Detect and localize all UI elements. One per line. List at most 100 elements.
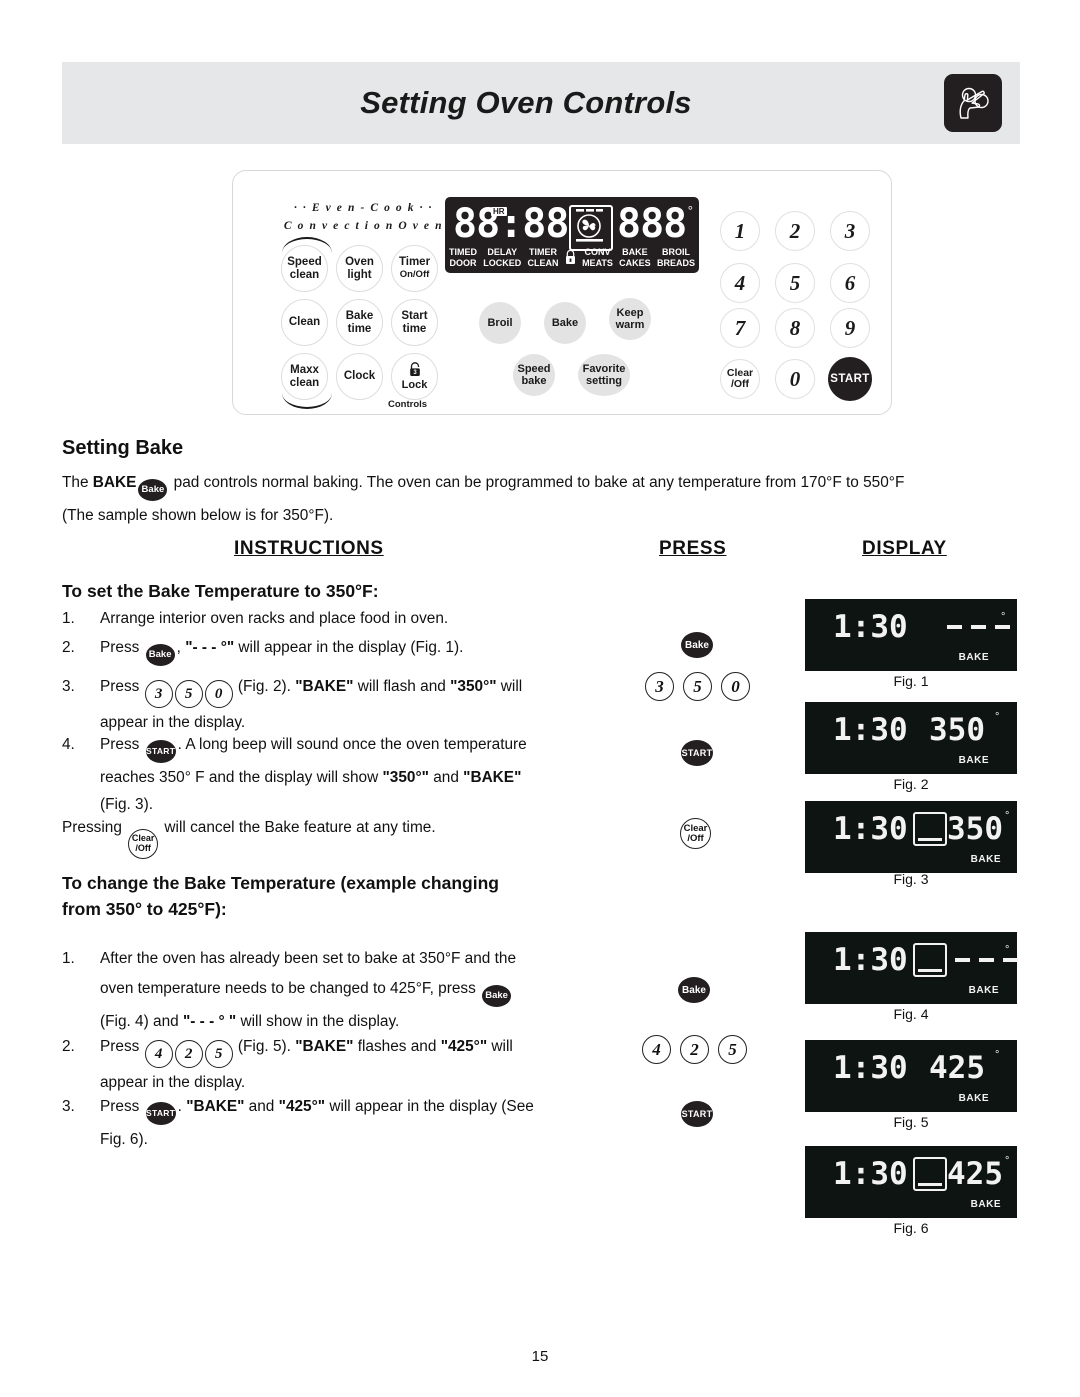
led-label-broil-breads: BROIL BREADS [657, 247, 695, 269]
panel-button-lock-controls[interactable]: 3 Lock [391, 353, 438, 400]
panel-button-keep-warm[interactable]: Keep warm [609, 298, 651, 340]
step-text: Arrange interior oven racks and place fo… [100, 610, 449, 627]
panel-button-start-time[interactable]: Start time [391, 299, 438, 346]
panel-button-speed-bake[interactable]: Speed bake [513, 354, 555, 396]
proc2-step-1: 1. After the oven has already been set t… [62, 944, 642, 1037]
step-display-quote: "- - - ° " [182, 1013, 237, 1030]
step-number: 2. [62, 1038, 75, 1055]
step-text-c: (Fig. 4) and [100, 1013, 183, 1030]
led-label-top: DELAY [487, 247, 518, 257]
procedure-2-title: To change the Bake Temperature (example … [62, 870, 632, 922]
figure-degree-symbol: ° [995, 1049, 1000, 1061]
press-pad-digit-5-b[interactable]: 5 [718, 1035, 747, 1064]
figure-clock: 1:30 [833, 1050, 908, 1086]
keypad-button-9[interactable]: 9 [830, 308, 870, 348]
figure-clock: 1:30 [833, 811, 908, 847]
keypad-button-3[interactable]: 3 [830, 211, 870, 251]
step-text-b: , [176, 639, 186, 656]
panel-button-oven-light[interactable]: Oven light [336, 245, 383, 292]
press-pad-clear-off[interactable]: Clear /Off [680, 818, 711, 849]
led-clock-digits: 88:88 [453, 201, 569, 247]
step-text-c: reaches 350° F and the display will show [100, 768, 383, 786]
keypad-button-start[interactable]: START [828, 357, 872, 401]
keypad-button-2[interactable]: 2 [775, 211, 815, 251]
panel-button-favorite-setting[interactable]: Favorite setting [578, 354, 630, 396]
step-text-a: Press [100, 736, 144, 753]
page-number: 15 [531, 1348, 549, 1365]
led-label-timer-clean: TIMER CLEAN [528, 247, 559, 269]
lock-controls-sublabel: Controls [388, 399, 428, 410]
keypad-button-8[interactable]: 8 [775, 308, 815, 348]
figure-bake-indicator: BAKE [958, 652, 989, 663]
press-pad-bake-1[interactable]: Bake [681, 632, 713, 658]
keypad-button-7[interactable]: 7 [720, 308, 760, 348]
press-pad-bake-2[interactable]: Bake [678, 977, 710, 1003]
led-label-bottom: BREADS [656, 258, 695, 268]
panel-button-speed-clean[interactable]: Speed clean [281, 245, 328, 292]
section-heading: Setting Bake [62, 437, 184, 459]
press-pad-digit-2[interactable]: 2 [680, 1035, 709, 1064]
keypad-button-6[interactable]: 6 [830, 263, 870, 303]
panel-button-clean[interactable]: Clean [281, 299, 328, 346]
step-text-a: Press [100, 1098, 144, 1115]
panel-button-clock[interactable]: Clock [336, 353, 383, 400]
step-text-b: . [177, 1098, 187, 1115]
step-text-b: (Fig. 5). [233, 1038, 296, 1055]
brand-line-1: · · E v e n - C o o k · · [293, 202, 434, 214]
intro-line-2: (The sample shown below is for 350°F). [62, 507, 334, 524]
btn-line-1: Bake [345, 310, 374, 322]
panel-button-broil[interactable]: Broil [479, 302, 521, 344]
column-header-display: DISPLAY [862, 538, 947, 559]
led-degree-symbol: ° [687, 203, 693, 218]
step-bold-temp: "425°" [440, 1038, 488, 1055]
panel-button-timer-onoff[interactable]: Timer On/Off [391, 245, 438, 292]
step-text-d: will [487, 1038, 513, 1055]
step-text: Press 350 (Fig. 2). "BAKE" will flash an… [100, 672, 642, 738]
keypad-button-0[interactable]: 0 [775, 359, 815, 399]
btn-line-1: Bake [551, 317, 579, 329]
clear-off-pad-icon: Clear/Off [128, 828, 159, 859]
press-pad-digit-5[interactable]: 5 [683, 672, 712, 701]
step-text-e: Fig. 6). [100, 1130, 148, 1148]
led-label-bottom: DOOR [449, 258, 477, 268]
led-status-labels: TIMED DOOR DELAY LOCKED TIMER CLEAN CONV [449, 247, 695, 269]
digit-pad-icon-0: 0 [204, 680, 233, 708]
clear-line-2: /Off [730, 378, 750, 390]
keypad-button-1[interactable]: 1 [720, 211, 760, 251]
figure-temp-dashes [955, 958, 1018, 962]
panel-button-bake[interactable]: Bake [544, 302, 586, 344]
keypad-button-clear-off[interactable]: Clear /Off [720, 359, 760, 399]
figure-degree-symbol: ° [1005, 810, 1010, 822]
oven-led-display: 88:88 HR 888 ° TIMED DOOR DELAY LOCKED T… [445, 197, 699, 273]
clear-line-1: Clear [683, 822, 708, 834]
oven-control-panel: · · E v e n - C o o k · · C o n v e c t … [232, 170, 892, 415]
figure-temp: 350 [947, 811, 1003, 847]
led-label-top: TIMED [449, 247, 477, 257]
brand-label: · · E v e n - C o o k · · C o n v e c t … [281, 199, 446, 235]
press-pad-start-2[interactable]: START [681, 1101, 713, 1127]
proc1-step-1: 1. Arrange interior oven racks and place… [62, 604, 642, 634]
step-text-c: and [244, 1098, 279, 1115]
btn-line-1: Start [401, 310, 428, 322]
procedure-2-title-line-1: To change the Bake Temperature (example … [62, 873, 499, 893]
panel-button-bake-time[interactable]: Bake time [336, 299, 383, 346]
intro-text-a: The [62, 474, 93, 491]
press-pad-start-1[interactable]: START [681, 740, 713, 766]
keypad-button-4[interactable]: 4 [720, 263, 760, 303]
step-text-a: Press [100, 1038, 144, 1055]
step-line-2: oven temperature needs to be changed to … [100, 974, 642, 1007]
step-text: Press 425 (Fig. 5). "BAKE" flashes and "… [100, 1032, 642, 1098]
figure-clock: 1:30 [833, 609, 908, 645]
btn-line-1: Clock [343, 370, 376, 383]
figure-bake-indicator: BAKE [958, 755, 989, 766]
display-figure-5: 1:30 425 ° BAKE [805, 1040, 1017, 1112]
figure-caption-6: Fig. 6 [893, 1220, 929, 1236]
keypad-button-5[interactable]: 5 [775, 263, 815, 303]
step-text-c: will appear in the display (Fig. 1). [234, 639, 464, 656]
press-pad-digit-4[interactable]: 4 [642, 1035, 671, 1064]
led-label-bottom: CLEAN [527, 258, 559, 268]
press-pad-digit-0[interactable]: 0 [721, 672, 750, 701]
display-figure-3: 1:30 350 ° BAKE [805, 801, 1017, 873]
press-pad-digit-3[interactable]: 3 [645, 672, 674, 701]
led-label-top: BROIL [661, 247, 690, 257]
